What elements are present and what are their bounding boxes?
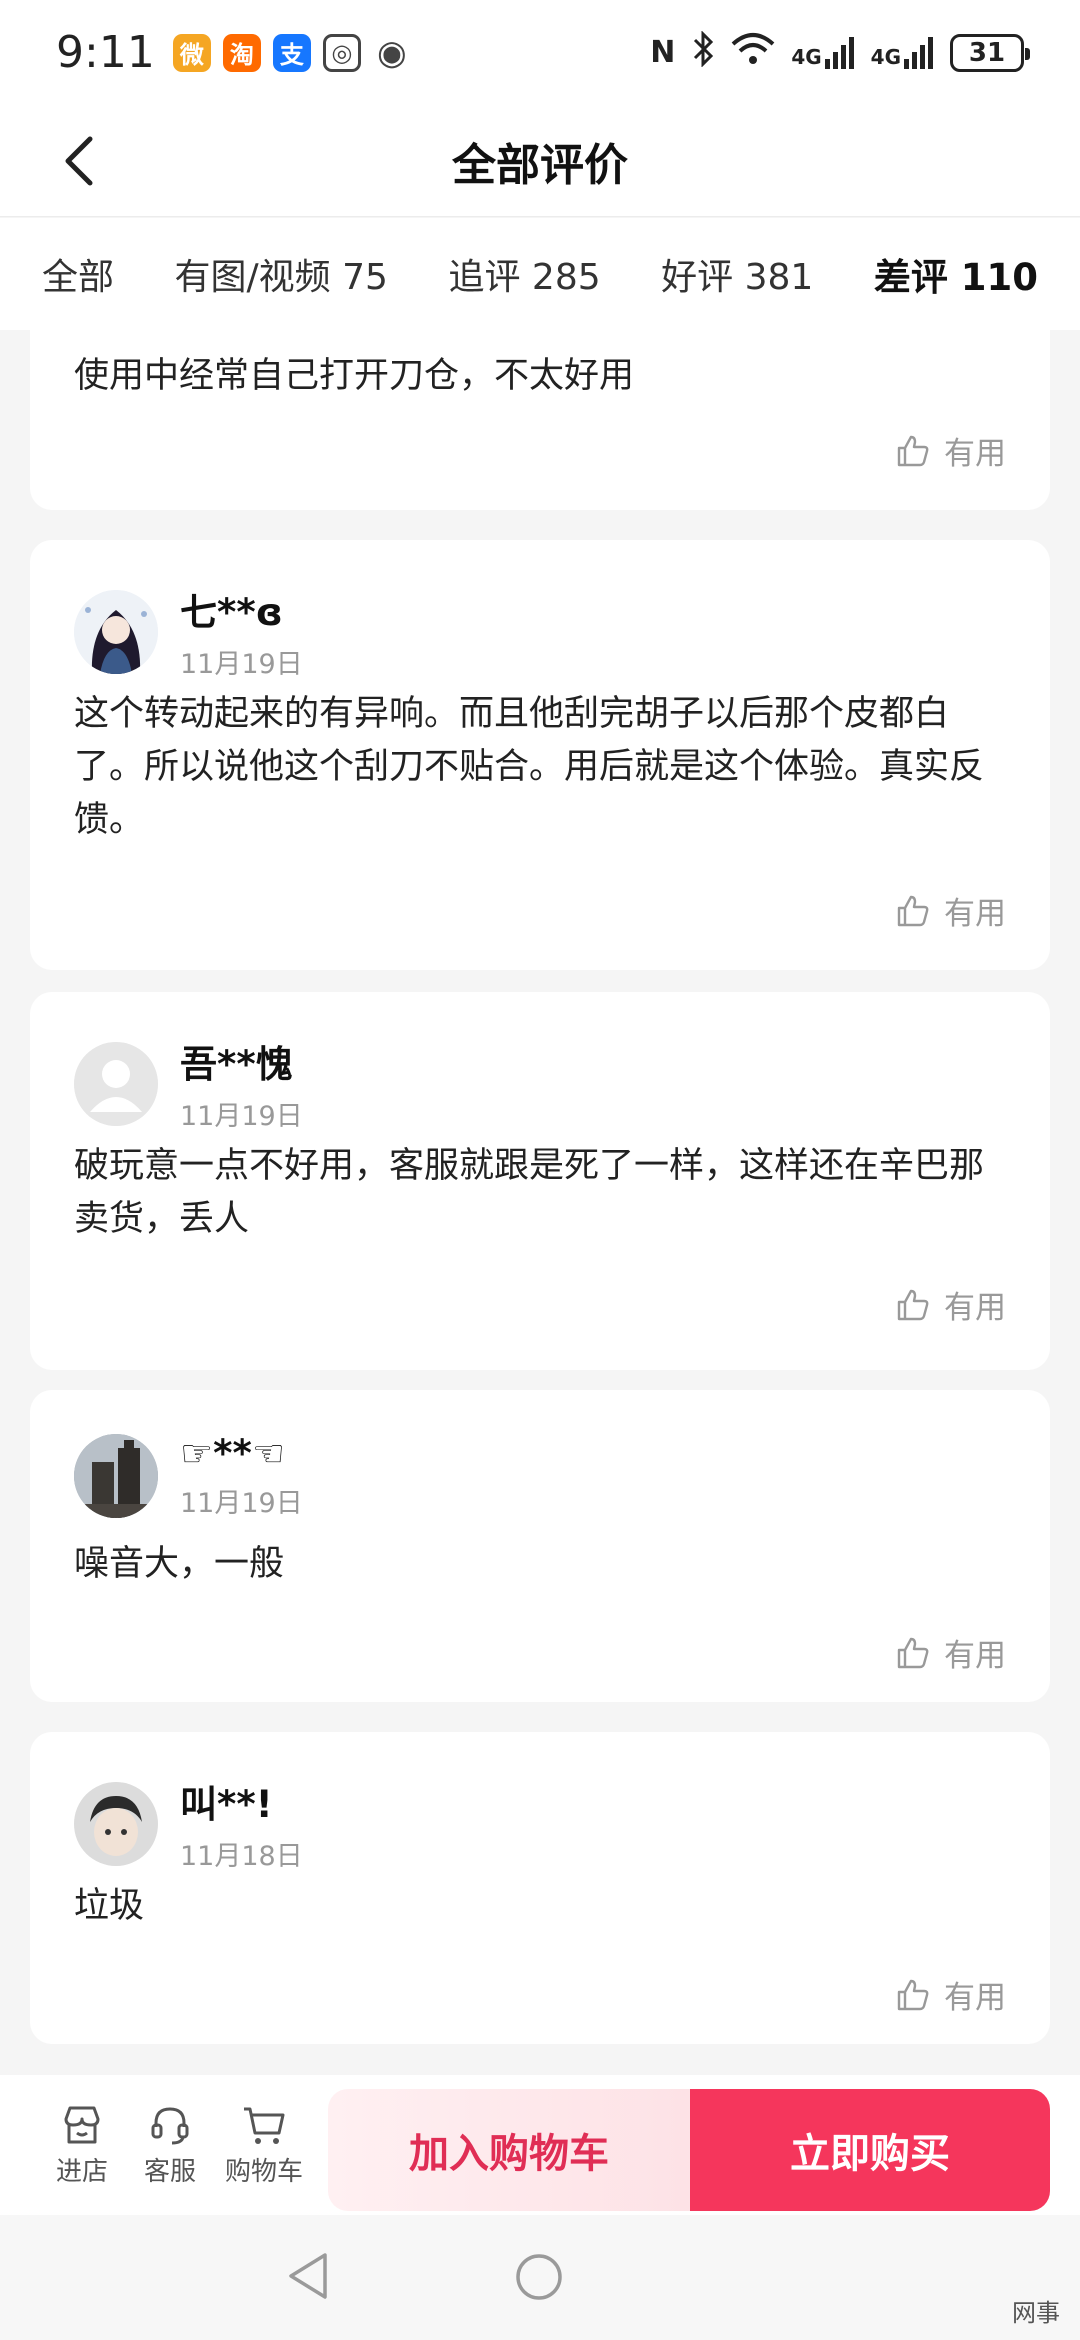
service-label: 客服 [143, 2156, 196, 2187]
useful-button[interactable]: 有用 [896, 1630, 1006, 1675]
review-date: 11月19日 [180, 1488, 303, 1519]
thumbs-up-icon [897, 1289, 929, 1320]
cart-label: 购物车 [224, 2156, 303, 2187]
weibo-icon: 微 [172, 33, 211, 72]
review-date: 11月18日 [180, 1841, 303, 1872]
tab-all[interactable]: 全部 [42, 248, 114, 300]
network-label: 4G [791, 44, 822, 69]
status-indicators: N 4G 4G 31 [650, 29, 1030, 75]
store-icon [64, 2106, 100, 2143]
user-name: 叫**! [180, 1783, 273, 1826]
battery-icon: 31 [950, 33, 1030, 72]
thumbs-up-icon [897, 435, 929, 466]
thumbs-up-icon [897, 1979, 929, 2010]
user-name: 七**ɞ [180, 591, 283, 634]
network-label-2: 4G [870, 44, 901, 69]
review-header: 七**ɞ 11月19日 [74, 582, 303, 681]
watermark: 网事 [1012, 2299, 1060, 2327]
useful-button[interactable]: 有用 [896, 888, 1006, 933]
cloud-icon: ◎ [322, 33, 361, 72]
home-circle-icon[interactable] [515, 2253, 563, 2301]
review-header: ☞**☜ 11月19日 [74, 1432, 303, 1520]
thumbs-up-icon [897, 1637, 929, 1668]
tab-positive[interactable]: 好评 381 [661, 248, 813, 300]
useful-button[interactable]: 有用 [896, 1972, 1006, 2017]
tab-negative[interactable]: 差评 110 [874, 247, 1038, 301]
review-content: 垃圾 [74, 1886, 145, 1926]
useful-button[interactable]: 有用 [896, 1282, 1006, 1327]
user-name: 吾**愧 [180, 1043, 293, 1086]
review-list[interactable]: 使用中经常自己打开刀仓，不太好用 有用 七**ɞ 11月19日 这个转动起来的有… [0, 330, 1080, 2075]
review-content: 破玩意一点不好用，客服就跟是死了一样，这样还在辛巴那卖货，丢人 [74, 1146, 985, 1239]
nav-header: 全部评价 [0, 105, 1080, 217]
avatar[interactable] [74, 1434, 158, 1518]
user-name: ☞**☜ [180, 1432, 286, 1475]
cart-icon [244, 2107, 285, 2144]
filter-tabs: 全部 有图/视频 75 追评 285 好评 381 差评 110 [0, 218, 1080, 330]
review-header: 吾**愧 11月19日 [74, 1034, 303, 1133]
chevron-left-icon [65, 136, 93, 186]
bluetooth-icon [691, 29, 715, 75]
thumbs-up-icon [897, 895, 929, 926]
review-card: 叫**! 11月18日 垃圾 有用 [30, 1732, 1050, 2044]
store-label: 进店 [55, 2156, 108, 2187]
eye-icon: ◉ [372, 33, 411, 73]
useful-label: 有用 [944, 436, 1006, 472]
customer-service-button[interactable]: 客服 [128, 2103, 212, 2188]
alipay-icon: 支 [272, 33, 311, 72]
signal-icon: 4G [791, 36, 854, 69]
avatar[interactable] [74, 1041, 158, 1126]
useful-label: 有用 [944, 1638, 1006, 1674]
headset-icon [151, 2106, 189, 2144]
status-bar: 9:11 微 淘 支 ◎ ◉ N 4G 4G 31 [0, 0, 1080, 105]
review-card: 吾**愧 11月19日 破玩意一点不好用，客服就跟是死了一样，这样还在辛巴那卖货… [30, 992, 1050, 1370]
nfc-icon: N [650, 35, 676, 70]
page-title: 全部评价 [452, 139, 628, 191]
avatar[interactable] [74, 589, 158, 674]
review-date: 11月19日 [180, 1101, 303, 1132]
review-content: 这个转动起来的有异响。而且他刮完胡子以后那个皮都白了。所以说他这个刮刀不贴合。用… [74, 694, 985, 840]
review-card: ☞**☜ 11月19日 噪音大，一般 有用 [30, 1390, 1050, 1702]
taobao-icon: 淘 [222, 33, 261, 72]
back-triangle-icon[interactable] [285, 2251, 331, 2301]
review-card: 七**ɞ 11月19日 这个转动起来的有异响。而且他刮完胡子以后那个皮都白了。所… [30, 540, 1050, 970]
cart-button[interactable]: 购物车 [216, 2103, 312, 2188]
review-card: 使用中经常自己打开刀仓，不太好用 有用 [30, 330, 1050, 510]
useful-label: 有用 [944, 1290, 1006, 1326]
system-navigation-bar: 网事 [0, 2215, 1080, 2340]
status-time: 9:11 [56, 27, 155, 78]
review-content: 使用中经常自己打开刀仓，不太好用 [74, 356, 635, 396]
wifi-icon [731, 32, 775, 74]
signal-icon-2: 4G [870, 36, 934, 69]
store-button[interactable]: 进店 [40, 2103, 124, 2188]
avatar[interactable] [74, 1781, 158, 1866]
add-to-cart-button[interactable]: 加入购物车 [328, 2089, 690, 2211]
review-date: 11月19日 [180, 649, 303, 680]
buy-now-button[interactable]: 立即购买 [690, 2089, 1050, 2211]
review-content: 噪音大，一般 [74, 1544, 285, 1584]
useful-button[interactable]: 有用 [896, 428, 1006, 473]
review-header: 叫**! 11月18日 [74, 1774, 303, 1873]
useful-label: 有用 [944, 1980, 1006, 2016]
back-button[interactable] [46, 127, 114, 195]
tab-with-media[interactable]: 有图/视频 75 [175, 248, 388, 300]
useful-label: 有用 [944, 896, 1006, 932]
tab-follow-up[interactable]: 追评 285 [448, 248, 600, 300]
